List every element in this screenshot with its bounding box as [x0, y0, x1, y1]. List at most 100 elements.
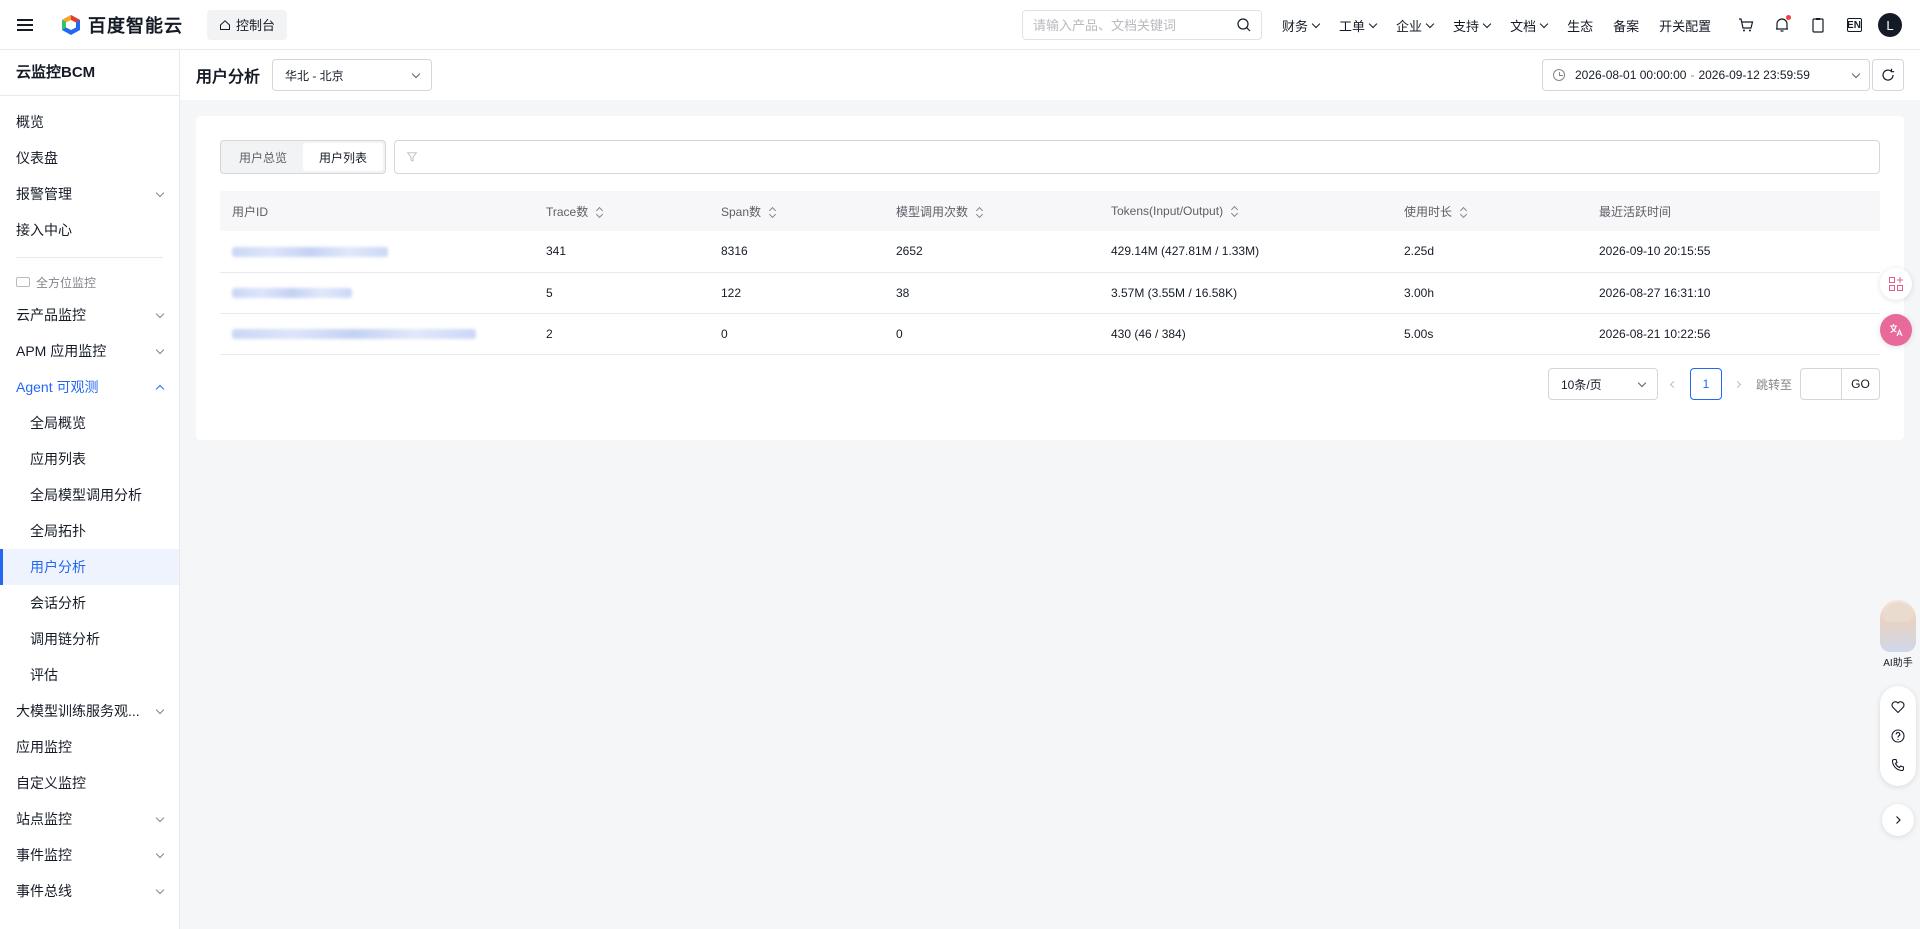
sidebar-item-apm[interactable]: APM 应用监控: [0, 333, 179, 369]
sidebar-item-label: 概览: [16, 114, 44, 130]
search-icon[interactable]: [1237, 18, 1251, 32]
chevron-down-icon: [1539, 19, 1549, 28]
duration-cell: 3.00h: [1392, 272, 1587, 314]
sort-icon[interactable]: [1231, 206, 1239, 217]
favorite-button[interactable]: [1888, 697, 1908, 717]
sidebar-item-label: 接入中心: [16, 222, 72, 238]
sort-icon[interactable]: [976, 207, 984, 218]
sidebar-item-app-monitor[interactable]: 应用监控: [0, 729, 179, 765]
avatar[interactable]: L: [1878, 13, 1902, 37]
sidebar-item-site-monitor[interactable]: 站点监控: [0, 801, 179, 837]
sidebar-item-dashboard[interactable]: 仪表盘: [0, 140, 179, 176]
sidebar-item-trace-analysis[interactable]: 调用链分析: [0, 621, 179, 657]
sidebar-item-global-overview[interactable]: 全局概览: [0, 405, 179, 441]
support-toolbar: [1880, 686, 1916, 786]
search-input[interactable]: [1033, 17, 1237, 33]
user-id-cell[interactable]: [220, 231, 534, 273]
apps-float-button[interactable]: [1880, 268, 1912, 300]
redacted-user-id[interactable]: [232, 329, 476, 340]
column-label: Span数: [721, 204, 762, 219]
sort-icon[interactable]: [596, 207, 604, 218]
tab-user-overview[interactable]: 用户总览: [223, 143, 303, 171]
main-card: 用户总览 用户列表 用户ID Trace数 Span数 模型调用次数 Token…: [196, 116, 1904, 440]
chevron-left-icon: [1670, 380, 1678, 388]
bell-icon[interactable]: [1772, 15, 1792, 35]
sidebar-item-label: 全局拓扑: [30, 523, 86, 539]
phone-button[interactable]: [1888, 755, 1908, 775]
user-id-cell[interactable]: [220, 272, 534, 314]
nav-finance[interactable]: 财务: [1282, 16, 1321, 35]
sidebar-item-event-bus[interactable]: 事件总线: [0, 873, 179, 909]
refresh-button[interactable]: [1872, 59, 1904, 91]
sort-icon[interactable]: [769, 207, 777, 218]
col-model-calls[interactable]: 模型调用次数: [884, 191, 1099, 231]
jump-page-input[interactable]: [1800, 368, 1842, 400]
sidebar-item-agent-observability[interactable]: Agent 可观测: [0, 369, 179, 405]
sidebar-item-llm-training[interactable]: 大模型训练服务观...: [0, 693, 179, 729]
nav-support[interactable]: 支持: [1453, 16, 1492, 35]
sidebar-item-overview[interactable]: 概览: [0, 104, 179, 140]
nav-enterprise[interactable]: 企业: [1396, 16, 1435, 35]
filter-input[interactable]: [425, 150, 1867, 164]
language-switch[interactable]: EN: [1844, 15, 1864, 35]
global-search[interactable]: [1022, 10, 1262, 40]
chevron-down-icon: [411, 69, 421, 78]
user-id-cell[interactable]: [220, 313, 534, 355]
prev-page-button[interactable]: [1658, 368, 1690, 400]
ai-assistant-button[interactable]: AI助手: [1876, 600, 1920, 672]
time-range-picker[interactable]: 2026-08-01 00:00:00 - 2026-09-12 23:59:5…: [1542, 59, 1870, 91]
redacted-user-id[interactable]: [232, 288, 352, 299]
col-tokens[interactable]: Tokens(Input/Output): [1099, 191, 1392, 231]
translate-float-button[interactable]: [1880, 314, 1912, 346]
sidebar-item-access-center[interactable]: 接入中心: [0, 212, 179, 248]
nav-filing[interactable]: 备案: [1613, 16, 1639, 35]
nav-docs[interactable]: 文档: [1510, 16, 1549, 35]
expand-float-button[interactable]: [1882, 804, 1914, 836]
nav-ecosystem[interactable]: 生态: [1567, 16, 1593, 35]
nav-label: 财务: [1282, 18, 1309, 34]
help-button[interactable]: [1888, 726, 1908, 746]
sort-icon[interactable]: [1460, 207, 1468, 218]
console-label: 控制台: [236, 18, 276, 33]
sidebar-item-app-list[interactable]: 应用列表: [0, 441, 179, 477]
sidebar-menu: 概览 仪表盘 报警管理 接入中心 全方位监控 云产品监控 APM 应用监控 Ag…: [0, 96, 179, 909]
go-button[interactable]: GO: [1842, 368, 1880, 400]
sidebar-divider: [16, 257, 163, 258]
calls-cell: 38: [884, 272, 1099, 314]
region-select[interactable]: 华北 - 北京: [272, 59, 433, 91]
menu-icon[interactable]: [0, 0, 50, 50]
chevron-down-icon: [155, 705, 165, 714]
calls-cell: 2652: [884, 231, 1099, 273]
sidebar-item-custom-monitor[interactable]: 自定义监控: [0, 765, 179, 801]
clock-icon: [1553, 69, 1565, 81]
tab-user-list[interactable]: 用户列表: [303, 143, 384, 171]
redacted-user-id[interactable]: [232, 247, 388, 258]
column-label: 使用时长: [1404, 204, 1453, 219]
sidebar-item-event-monitor[interactable]: 事件监控: [0, 837, 179, 873]
sidebar-item-user-analysis[interactable]: 用户分析: [0, 549, 179, 585]
sidebar-item-cloud-product[interactable]: 云产品监控: [0, 297, 179, 333]
page-size-value: 10条/页: [1560, 377, 1602, 392]
sidebar-item-global-topology[interactable]: 全局拓扑: [0, 513, 179, 549]
sidebar-item-evaluation[interactable]: 评估: [0, 657, 179, 693]
clipboard-icon[interactable]: [1808, 15, 1828, 35]
sidebar-item-alarm[interactable]: 报警管理: [0, 176, 179, 212]
cart-icon[interactable]: [1736, 15, 1756, 35]
next-page-button[interactable]: [1722, 368, 1754, 400]
nav-switch-config[interactable]: 开关配置: [1659, 16, 1711, 35]
sidebar-item-session-analysis[interactable]: 会话分析: [0, 585, 179, 621]
page-number[interactable]: 1: [1689, 368, 1722, 400]
filter-box[interactable]: [394, 140, 1880, 174]
sidebar-item-label: 仪表盘: [16, 150, 58, 166]
col-span-count[interactable]: Span数: [709, 191, 884, 231]
user-table: 用户ID Trace数 Span数 模型调用次数 Tokens(Input/Ou…: [220, 191, 1880, 355]
nav-ticket[interactable]: 工单: [1339, 16, 1378, 35]
sidebar-item-model-call-analysis[interactable]: 全局模型调用分析: [0, 477, 179, 513]
brand-logo[interactable]: 百度智能云: [60, 0, 183, 50]
col-trace-count[interactable]: Trace数: [534, 191, 709, 231]
col-duration[interactable]: 使用时长: [1392, 191, 1587, 231]
console-button[interactable]: 控制台: [207, 9, 288, 40]
sidebar-item-label: 会话分析: [30, 595, 86, 611]
page-size-select[interactable]: 10条/页: [1547, 368, 1658, 400]
sidebar: 云监控BCM 概览 仪表盘 报警管理 接入中心 全方位监控 云产品监控 APM …: [0, 50, 180, 929]
